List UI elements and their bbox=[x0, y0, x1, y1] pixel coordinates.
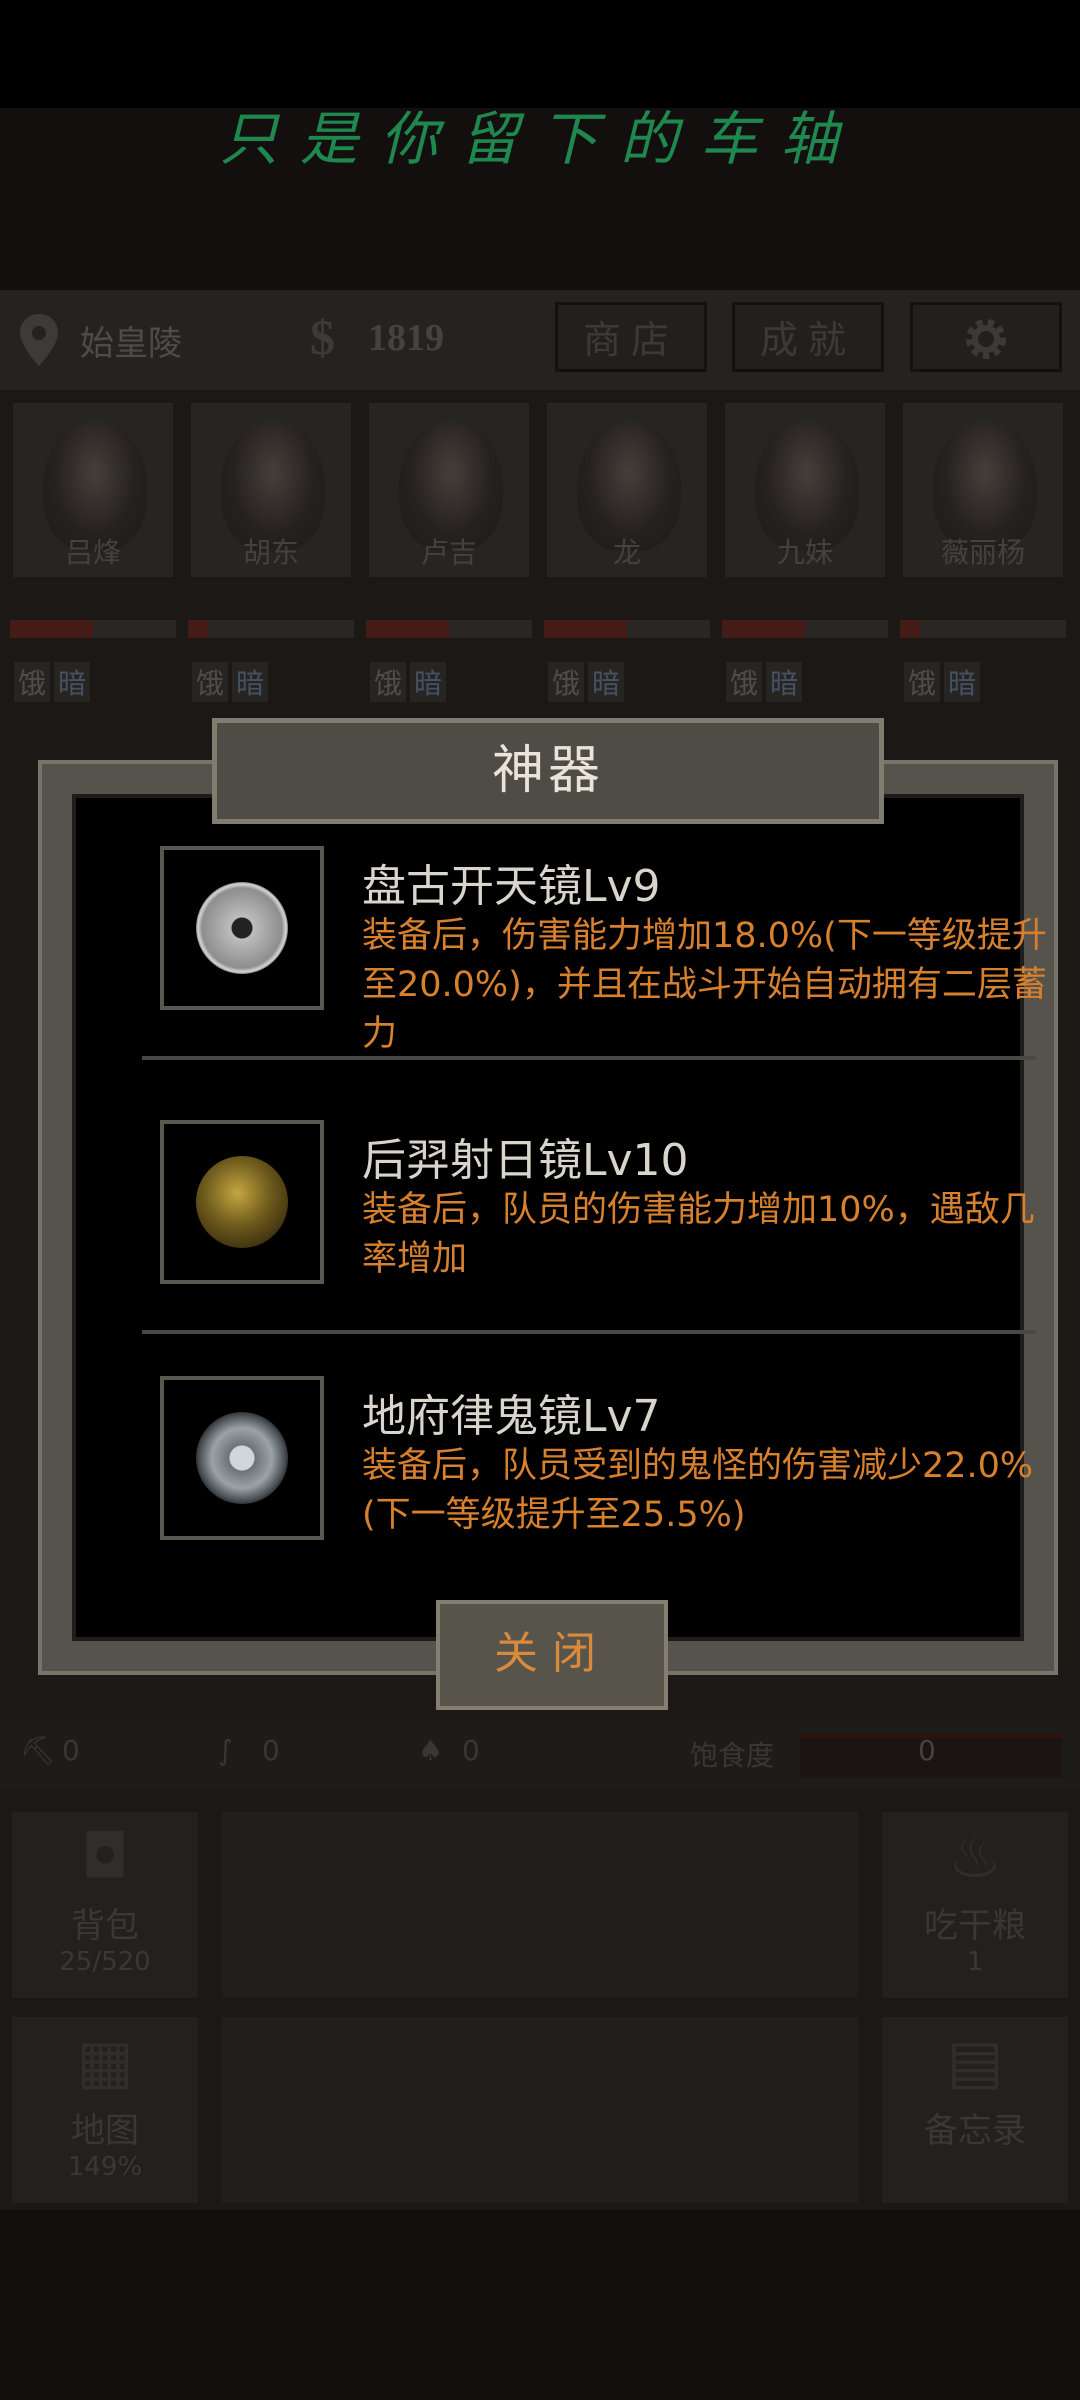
artifact-desc: 装备后，伤害能力增加18.0%(下一等级提升至20.0%)，并且在战斗开始自动拥… bbox=[362, 916, 1047, 1054]
artifact-desc: 装备后，队员受到的鬼怪的伤害减少22.0%(下一等级提升至25.5%) bbox=[362, 1446, 1034, 1535]
artifact-name: 后羿射日镜Lv10 bbox=[362, 1135, 689, 1186]
artifact-thumbnail bbox=[160, 1120, 324, 1284]
divider bbox=[142, 1330, 1036, 1334]
mirror-icon bbox=[196, 1156, 288, 1248]
divider bbox=[142, 1056, 1036, 1060]
artifact-desc: 装备后，队员的伤害能力增加10%，遇敌几率增加 bbox=[362, 1190, 1035, 1279]
artifact-thumbnail bbox=[160, 1376, 324, 1540]
dialog-title: 神器 bbox=[212, 718, 884, 824]
artifact-name: 地府律鬼镜Lv7 bbox=[362, 1391, 661, 1442]
mirror-icon bbox=[196, 1412, 288, 1504]
artifacts-list: 盘古开天镜Lv9 装备后，伤害能力增加18.0%(下一等级提升至20.0%)，并… bbox=[72, 794, 1047, 1641]
artifact-name: 盘古开天镜Lv9 bbox=[362, 861, 661, 912]
artifact-thumbnail bbox=[160, 846, 324, 1010]
mirror-icon bbox=[196, 882, 288, 974]
close-button[interactable]: 关闭 bbox=[436, 1600, 668, 1710]
artifacts-dialog: 盘古开天镜Lv9 装备后，伤害能力增加18.0%(下一等级提升至20.0%)，并… bbox=[38, 760, 1058, 1675]
